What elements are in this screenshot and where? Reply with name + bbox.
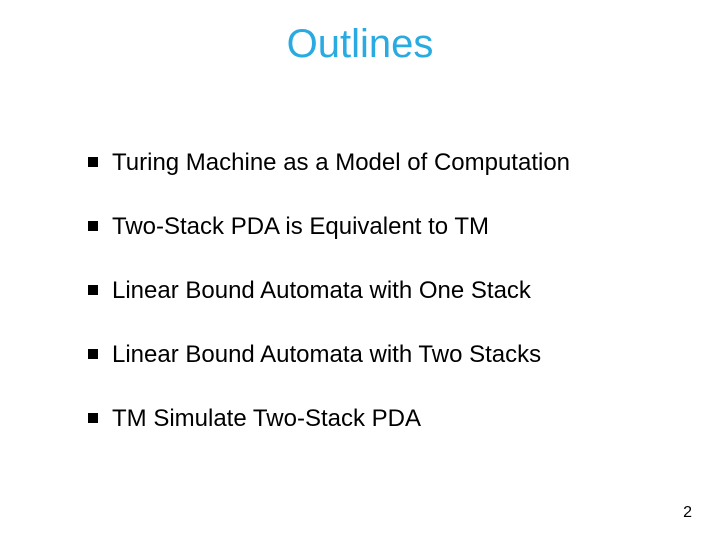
list-item: Linear Bound Automata with Two Stacks bbox=[88, 340, 660, 370]
square-bullet-icon bbox=[88, 413, 98, 423]
list-item: TM Simulate Two-Stack PDA bbox=[88, 404, 660, 434]
square-bullet-icon bbox=[88, 221, 98, 231]
list-item-text: Two-Stack PDA is Equivalent to TM bbox=[112, 212, 489, 242]
list-item-text: Turing Machine as a Model of Computation bbox=[112, 148, 570, 178]
list-item: Two-Stack PDA is Equivalent to TM bbox=[88, 212, 660, 242]
square-bullet-icon bbox=[88, 285, 98, 295]
page-number: 2 bbox=[683, 504, 692, 522]
list-item-text: Linear Bound Automata with Two Stacks bbox=[112, 340, 541, 370]
square-bullet-icon bbox=[88, 349, 98, 359]
list-item-text: TM Simulate Two-Stack PDA bbox=[112, 404, 421, 434]
list-item-text: Linear Bound Automata with One Stack bbox=[112, 276, 531, 306]
slide-title: Outlines bbox=[0, 22, 720, 67]
bullet-list: Turing Machine as a Model of Computation… bbox=[88, 148, 660, 468]
square-bullet-icon bbox=[88, 157, 98, 167]
slide: Outlines Turing Machine as a Model of Co… bbox=[0, 0, 720, 540]
list-item: Linear Bound Automata with One Stack bbox=[88, 276, 660, 306]
list-item: Turing Machine as a Model of Computation bbox=[88, 148, 660, 178]
